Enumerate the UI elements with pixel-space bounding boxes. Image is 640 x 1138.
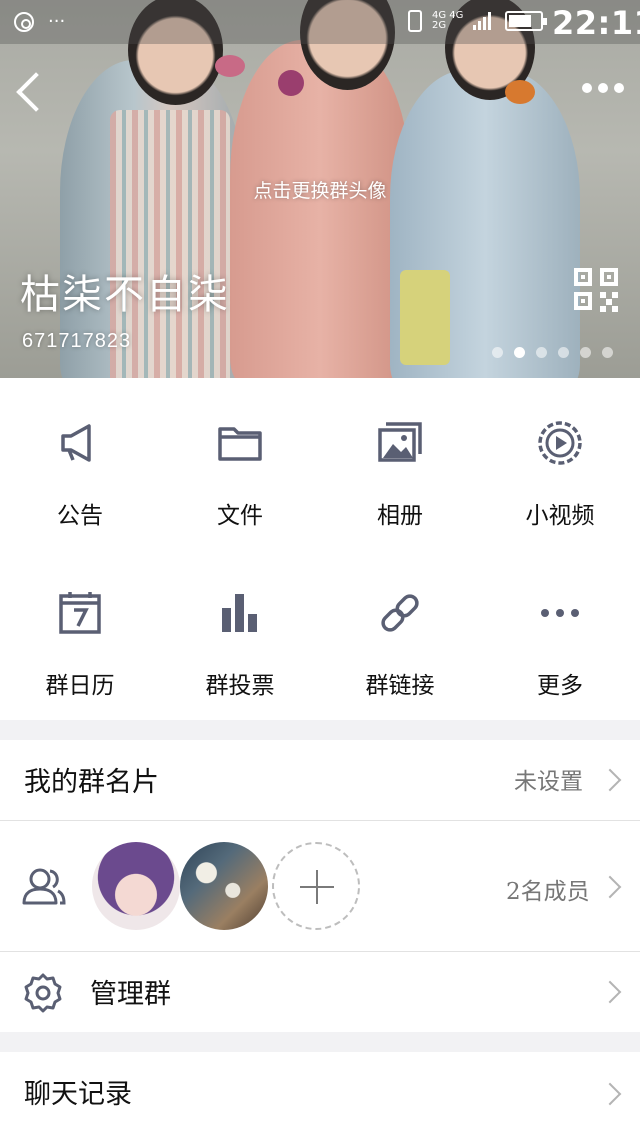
group-id: 671717823 <box>22 330 132 352</box>
qr-code-icon[interactable] <box>574 268 620 312</box>
network-type: 2G <box>432 20 447 31</box>
feature-more[interactable]: 更多 <box>480 548 640 718</box>
clock: 22:11 <box>552 4 640 42</box>
status-bar: ··· 4G 4G 2G 22:11 <box>0 0 640 44</box>
chevron-right-icon <box>598 768 622 792</box>
my-group-card-row[interactable]: 我的群名片 未设置 <box>0 740 640 820</box>
more-options-button[interactable] <box>582 78 626 98</box>
link-icon <box>375 588 425 638</box>
feature-group-link[interactable]: 群链接 <box>320 548 480 718</box>
chevron-right-icon <box>598 1082 622 1106</box>
music-icon <box>14 11 34 32</box>
manage-group-row[interactable]: 管理群 <box>0 952 640 1032</box>
back-button[interactable] <box>14 70 44 114</box>
carousel-dot <box>536 347 547 358</box>
video-play-icon <box>535 418 585 468</box>
members-icon <box>20 863 66 909</box>
member-count: 2名成员 <box>506 879 590 905</box>
folder-icon <box>215 418 265 468</box>
carousel-dot <box>602 347 613 358</box>
feature-files[interactable]: 文件 <box>160 378 320 548</box>
carousel-dot <box>492 347 503 358</box>
feature-announcement[interactable]: 公告 <box>0 378 160 548</box>
battery-icon <box>505 11 548 31</box>
vibrate-icon <box>408 10 422 32</box>
members-row[interactable]: 2名成员 <box>0 821 640 951</box>
signal-icon <box>473 12 492 30</box>
gear-icon <box>22 972 64 1014</box>
carousel-dot <box>514 347 525 358</box>
more-dots-icon <box>535 588 585 638</box>
cover-photo-figure <box>230 40 410 378</box>
megaphone-icon <box>55 418 105 468</box>
feature-grid: 公告 文件 相册 小视频 群日历 群投票 群链接 更多 <box>0 378 640 720</box>
member-avatar[interactable] <box>180 842 268 930</box>
chevron-right-icon <box>598 875 622 899</box>
my-group-card-title: 我的群名片 <box>24 767 159 798</box>
carousel-dot <box>558 347 569 358</box>
notification-overflow: ··· <box>48 11 66 32</box>
feature-album[interactable]: 相册 <box>320 378 480 548</box>
chat-history-row[interactable]: 聊天记录 <box>0 1052 640 1138</box>
carousel-dot <box>580 347 591 358</box>
change-avatar-hint[interactable]: 点击更换群头像 <box>0 176 640 203</box>
carousel-indicator <box>492 347 613 358</box>
member-avatar[interactable] <box>92 842 180 930</box>
chat-history-title: 聊天记录 <box>24 1079 132 1110</box>
manage-group-title: 管理群 <box>90 979 171 1010</box>
chevron-right-icon <box>598 980 622 1004</box>
feature-group-calendar[interactable]: 群日历 <box>0 548 160 718</box>
bar-chart-icon <box>215 588 265 638</box>
group-name: 枯柒不自柒 <box>20 272 230 318</box>
add-member-button[interactable] <box>272 842 360 930</box>
album-icon <box>375 418 425 468</box>
my-group-card-value: 未设置 <box>514 769 583 795</box>
calendar-icon <box>55 588 105 638</box>
feature-group-vote[interactable]: 群投票 <box>160 548 320 718</box>
group-header: ··· 4G 4G 2G 22:11 点击更换群头像 枯柒不自柒 6717178… <box>0 0 640 378</box>
feature-short-video[interactable]: 小视频 <box>480 378 640 548</box>
